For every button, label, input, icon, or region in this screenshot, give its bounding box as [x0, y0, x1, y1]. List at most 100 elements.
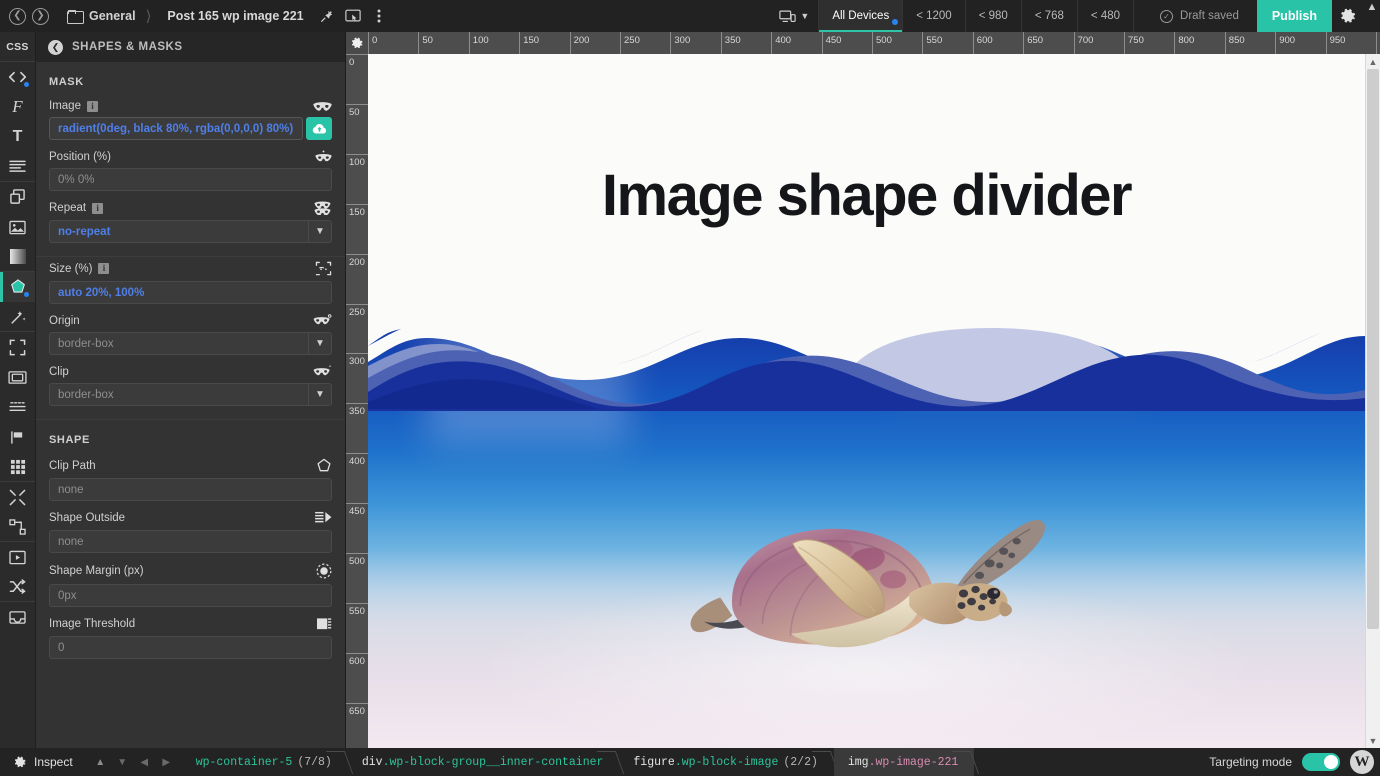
rail-item-textlines[interactable]: [0, 152, 35, 182]
mask-clip-icon[interactable]: [313, 365, 332, 378]
shape-outside-input[interactable]: none: [49, 530, 332, 553]
rail-item-video[interactable]: [0, 542, 35, 572]
vertical-scrollbar[interactable]: ▲ ▼: [1365, 54, 1380, 748]
rail-item-effects[interactable]: [0, 302, 35, 332]
top-toolbar: ❮ ❯ General ⟩ Post 165 wp image 221 ▼ Al…: [0, 0, 1380, 32]
mask-icon[interactable]: [313, 101, 332, 112]
pin-icon[interactable]: [314, 0, 340, 32]
dom-crumb-container[interactable]: wp-container-5 (7/8): [182, 748, 348, 776]
dom-crumb-tag: div: [361, 755, 383, 769]
window-icon[interactable]: [340, 0, 366, 32]
rail-item-font[interactable]: F: [0, 92, 35, 122]
rail-item-card[interactable]: [0, 362, 35, 392]
targeting-mode-toggle[interactable]: [1302, 753, 1340, 771]
chevron-down-icon[interactable]: ▼: [308, 383, 332, 406]
ruler-settings-gear-icon[interactable]: [346, 32, 368, 54]
collapse-panel-icon[interactable]: ▲: [1364, 0, 1380, 32]
info-icon[interactable]: i: [98, 263, 110, 274]
image-threshold-input[interactable]: 0: [49, 636, 332, 659]
mask-size-icon[interactable]: [315, 261, 332, 276]
ruler-tick-label: 850: [1228, 35, 1245, 46]
forward-button[interactable]: ❯: [32, 7, 49, 25]
rail-item-transitions[interactable]: [0, 512, 35, 542]
device-tab-1200[interactable]: < 1200: [903, 0, 966, 32]
device-tab-768[interactable]: < 768: [1022, 0, 1078, 32]
rail-item-shuffle[interactable]: [0, 572, 35, 602]
info-icon[interactable]: i: [86, 100, 98, 112]
ruler-tick-label: 550: [926, 35, 943, 46]
mask-size-input[interactable]: auto 20%, 100%: [49, 281, 332, 304]
rail-item-align[interactable]: [0, 422, 35, 452]
rail-item-grid[interactable]: [0, 452, 35, 482]
mask-clip-select[interactable]: border-box: [49, 383, 308, 406]
shape-margin-input[interactable]: 0px: [49, 584, 332, 607]
device-select-dropdown[interactable]: ▼: [770, 0, 820, 32]
chevron-down-icon[interactable]: ▼: [308, 332, 332, 355]
device-tab-all[interactable]: All Devices: [819, 0, 904, 32]
rail-item-list[interactable]: [0, 392, 35, 422]
more-vertical-icon[interactable]: [366, 0, 392, 32]
ruler-tick: 550: [922, 32, 942, 54]
rail-item-layers[interactable]: [0, 182, 35, 212]
preview-stage[interactable]: Image shape divider: [368, 54, 1365, 748]
triangle-up-icon[interactable]: ▲: [91, 748, 110, 776]
shape-outside-icon[interactable]: [315, 511, 332, 525]
rail-item-inbox[interactable]: [0, 602, 35, 632]
dom-crumb-div[interactable]: div .wp-block-group__inner-container: [348, 748, 620, 776]
field-clip-path: Clip Path none: [36, 454, 345, 507]
dom-crumb-img[interactable]: img .wp-image-221: [833, 748, 975, 776]
horizontal-ruler[interactable]: 0 50 100 150 200 250 300 350 400 450 500 550 600 650 7…: [368, 32, 1380, 54]
clip-path-input[interactable]: none: [49, 478, 332, 501]
rail-item-shapes-masks[interactable]: [0, 272, 35, 302]
check-circle-icon: ✓: [1160, 9, 1174, 23]
mask-repeat-select[interactable]: no-repeat: [49, 220, 308, 243]
chevron-down-icon[interactable]: ▼: [308, 220, 332, 243]
mask-position-input[interactable]: 0% 0%: [49, 168, 332, 191]
rail-badge-dot: [24, 292, 29, 297]
dom-crumb-figure[interactable]: figure .wp-block-image (2/2): [619, 748, 833, 776]
device-tab-980[interactable]: < 980: [966, 0, 1022, 32]
publish-button[interactable]: Publish: [1256, 0, 1332, 32]
back-circle-icon[interactable]: ❮: [48, 39, 63, 55]
toggle-knob: [1324, 755, 1338, 769]
image-block[interactable]: [368, 306, 1365, 748]
triangle-left-icon[interactable]: ◀: [135, 748, 154, 776]
chevron-down-icon: ▼: [800, 11, 810, 21]
folder-icon: [67, 10, 84, 24]
rail-item-fullscreen[interactable]: [0, 332, 35, 362]
info-icon[interactable]: i: [92, 202, 104, 214]
back-button[interactable]: ❮: [9, 7, 26, 25]
breadcrumb-root[interactable]: General: [59, 9, 144, 24]
cloud-upload-icon[interactable]: [306, 117, 332, 140]
section-title-shape: SHAPE: [49, 434, 90, 446]
mask-origin-icon[interactable]: [313, 314, 332, 327]
inspect-button[interactable]: Inspect: [0, 748, 85, 776]
mask-position-icon[interactable]: [315, 150, 332, 163]
rail-item-collapse[interactable]: [0, 482, 35, 512]
vertical-ruler[interactable]: 0501001502002503003504004505005506006507…: [346, 54, 368, 748]
rail-item-image[interactable]: [0, 212, 35, 242]
scroll-down-icon[interactable]: ▼: [1366, 733, 1380, 748]
wordpress-icon[interactable]: W: [1350, 750, 1374, 774]
ruler-tick: 600: [346, 652, 368, 667]
threshold-icon[interactable]: [316, 617, 332, 631]
settings-gear-icon[interactable]: [1332, 0, 1364, 32]
mask-image-input[interactable]: radient(0deg, black 80%, rgba(0,0,0,0) 8…: [49, 117, 303, 140]
ruler-tick: 100: [346, 153, 368, 168]
rail-item-css[interactable]: CSS: [0, 32, 35, 62]
rail-item-gradient[interactable]: [0, 242, 35, 272]
triangle-down-icon[interactable]: ▼: [113, 748, 132, 776]
shape-margin-icon[interactable]: [316, 563, 332, 579]
triangle-right-icon[interactable]: ▶: [157, 748, 176, 776]
mask-origin-select[interactable]: border-box: [49, 332, 308, 355]
breadcrumb-current[interactable]: Post 165 wp image 221: [153, 9, 313, 23]
scrollbar-thumb[interactable]: [1367, 69, 1379, 629]
dom-crumb-tag: figure: [633, 755, 675, 769]
device-tab-480[interactable]: < 480: [1078, 0, 1135, 32]
rail-item-typography[interactable]: T: [0, 122, 35, 152]
rail-item-code[interactable]: [0, 62, 35, 92]
scroll-up-icon[interactable]: ▲: [1366, 54, 1380, 69]
mask-repeat-icon[interactable]: [313, 201, 332, 215]
scrollbar-track[interactable]: [1366, 69, 1380, 733]
pentagon-icon[interactable]: [316, 458, 332, 473]
